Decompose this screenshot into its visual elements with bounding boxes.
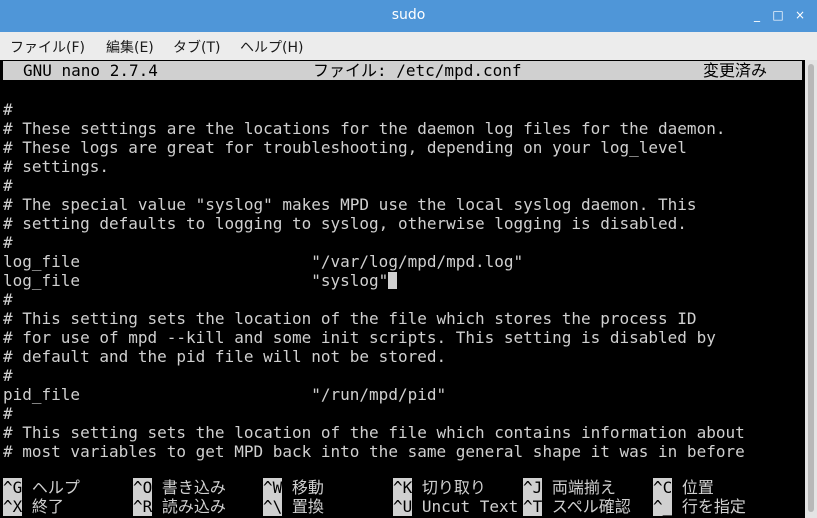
editor-line-text: # These logs are great for troubleshooti…	[3, 138, 687, 157]
editor-text-area[interactable]: # # These settings are the locations for …	[3, 100, 803, 480]
nano-version: GNU nano 2.7.4	[23, 61, 158, 80]
shortcut-item: ^J 両端揃え	[523, 478, 616, 497]
shortcut-label: 読み込み	[161, 497, 226, 516]
editor-line-text: # default and the pid file will not be s…	[3, 347, 447, 366]
shortcut-item: ^X 終了	[3, 497, 64, 516]
shortcut-key: ^K	[393, 478, 413, 497]
editor-line-text: log_file "syslog"	[3, 271, 389, 290]
shortcut-item: ^O 書き込み	[133, 478, 226, 497]
menu-tabs[interactable]: タブ(T)	[173, 37, 220, 57]
shortcut-key: ^_	[653, 497, 673, 516]
menu-help[interactable]: ヘルプ(H)	[240, 37, 303, 57]
editor-line[interactable]: #	[3, 290, 803, 309]
editor-line[interactable]: #	[3, 404, 803, 423]
shortcut-key: ^\	[263, 497, 283, 516]
editor-line[interactable]: #	[3, 233, 803, 252]
close-icon[interactable]: ×	[791, 6, 809, 24]
shortcut-item: ^K 切り取り	[393, 478, 486, 497]
editor-line-text: # This setting sets the location of the …	[3, 309, 697, 328]
shortcut-key: ^R	[133, 497, 153, 516]
editor-line[interactable]: # This setting sets the location of the …	[3, 423, 803, 442]
shortcut-key: ^W	[263, 478, 283, 497]
editor-line-text: # The special value "syslog" makes MPD u…	[3, 195, 697, 214]
shortcut-label: 移動	[291, 478, 324, 497]
terminal-window: sudo _ □ × ファイル(F) 編集(E) タブ(T) ヘルプ(H) GN…	[0, 0, 817, 518]
editor-line[interactable]: # default and the pid file will not be s…	[3, 347, 803, 366]
editor-line[interactable]: log_file "/var/log/mpd/mpd.log"	[3, 252, 803, 271]
editor-line[interactable]: log_file "syslog"	[3, 271, 803, 290]
shortcut-key: ^O	[133, 478, 153, 497]
editor-line-text: #	[3, 290, 13, 309]
shortcut-label: 両端揃え	[551, 478, 616, 497]
scrollbar-thumb[interactable]	[808, 64, 814, 512]
editor-line[interactable]: # setting defaults to logging to syslog,…	[3, 214, 803, 233]
shortcut-key: ^X	[3, 497, 23, 516]
shortcut-label: 終了	[31, 497, 64, 516]
menu-edit[interactable]: 編集(E)	[106, 37, 154, 57]
text-cursor	[388, 272, 398, 289]
minimize-icon[interactable]: _	[748, 6, 766, 24]
editor-line[interactable]: # settings.	[3, 157, 803, 176]
shortcut-key: ^U	[393, 497, 413, 516]
shortcut-label: 行を指定	[681, 497, 746, 516]
editor-line[interactable]: #	[3, 176, 803, 195]
editor-line-text: #	[3, 233, 13, 252]
nano-file-name: ファイル: /etc/mpd.conf	[313, 61, 522, 80]
editor-line-text: #	[3, 176, 13, 195]
editor-line[interactable]: # most variables to get MPD back into th…	[3, 442, 803, 461]
terminal-area[interactable]: GNU nano 2.7.4 ファイル: /etc/mpd.conf 変更済み …	[0, 60, 805, 518]
shortcut-label: 書き込み	[161, 478, 226, 497]
editor-line[interactable]: # The special value "syslog" makes MPD u…	[3, 195, 803, 214]
shortcut-label: 切り取り	[421, 478, 486, 497]
shortcut-item: ^R 読み込み	[133, 497, 226, 516]
editor-line-text: #	[3, 100, 13, 119]
shortcut-item: ^T スペル確認	[523, 497, 631, 516]
shortcut-item: ^\ 置換	[263, 497, 324, 516]
editor-line[interactable]: #	[3, 366, 803, 385]
shortcut-label: 位置	[681, 478, 714, 497]
nano-title-bar: GNU nano 2.7.4 ファイル: /etc/mpd.conf 変更済み	[3, 61, 802, 80]
shortcut-label: 置換	[291, 497, 324, 516]
menu-bar: ファイル(F) 編集(E) タブ(T) ヘルプ(H)	[0, 32, 817, 58]
editor-line-text: # most variables to get MPD back into th…	[3, 442, 745, 461]
editor-line[interactable]: #	[3, 100, 803, 119]
shortcut-item: ^_ 行を指定	[653, 497, 746, 516]
shortcut-item: ^U Uncut Text	[393, 497, 518, 516]
editor-line[interactable]: pid_file "/run/mpd/pid"	[3, 385, 803, 404]
editor-line-text: log_file "/var/log/mpd/mpd.log"	[3, 252, 524, 271]
editor-line-text: # This setting sets the location of the …	[3, 423, 745, 442]
editor-line[interactable]: # for use of mpd --kill and some init sc…	[3, 328, 803, 347]
shortcut-key: ^C	[653, 478, 673, 497]
shortcut-label: ヘルプ	[31, 478, 80, 497]
shortcut-item: ^G ヘルプ	[3, 478, 80, 497]
editor-line[interactable]: # These settings are the locations for t…	[3, 119, 803, 138]
shortcut-item: ^C 位置	[653, 478, 714, 497]
editor-line-text: # These settings are the locations for t…	[3, 119, 726, 138]
editor-line[interactable]: # This setting sets the location of the …	[3, 309, 803, 328]
shortcut-label: スペル確認	[551, 497, 631, 516]
window-title: sudo	[391, 7, 426, 23]
menu-file[interactable]: ファイル(F)	[10, 37, 85, 57]
scrollbar[interactable]	[805, 60, 817, 518]
shortcut-label: Uncut Text	[421, 497, 519, 516]
maximize-icon[interactable]: □	[769, 6, 787, 24]
editor-line-text: pid_file "/run/mpd/pid"	[3, 385, 447, 404]
editor-line-text: # settings.	[3, 157, 109, 176]
nano-modified-status: 変更済み	[703, 61, 768, 80]
editor-line-text: #	[3, 366, 13, 385]
editor-line-text: # for use of mpd --kill and some init sc…	[3, 328, 716, 347]
editor-line-text: # setting defaults to logging to syslog,…	[3, 214, 687, 233]
shortcut-key: ^J	[523, 478, 543, 497]
shortcut-key: ^T	[523, 497, 543, 516]
title-bar[interactable]: sudo _ □ ×	[0, 0, 817, 32]
editor-line[interactable]: # These logs are great for troubleshooti…	[3, 138, 803, 157]
shortcut-item: ^W 移動	[263, 478, 324, 497]
editor-line-text: #	[3, 404, 13, 423]
shortcut-key: ^G	[3, 478, 23, 497]
